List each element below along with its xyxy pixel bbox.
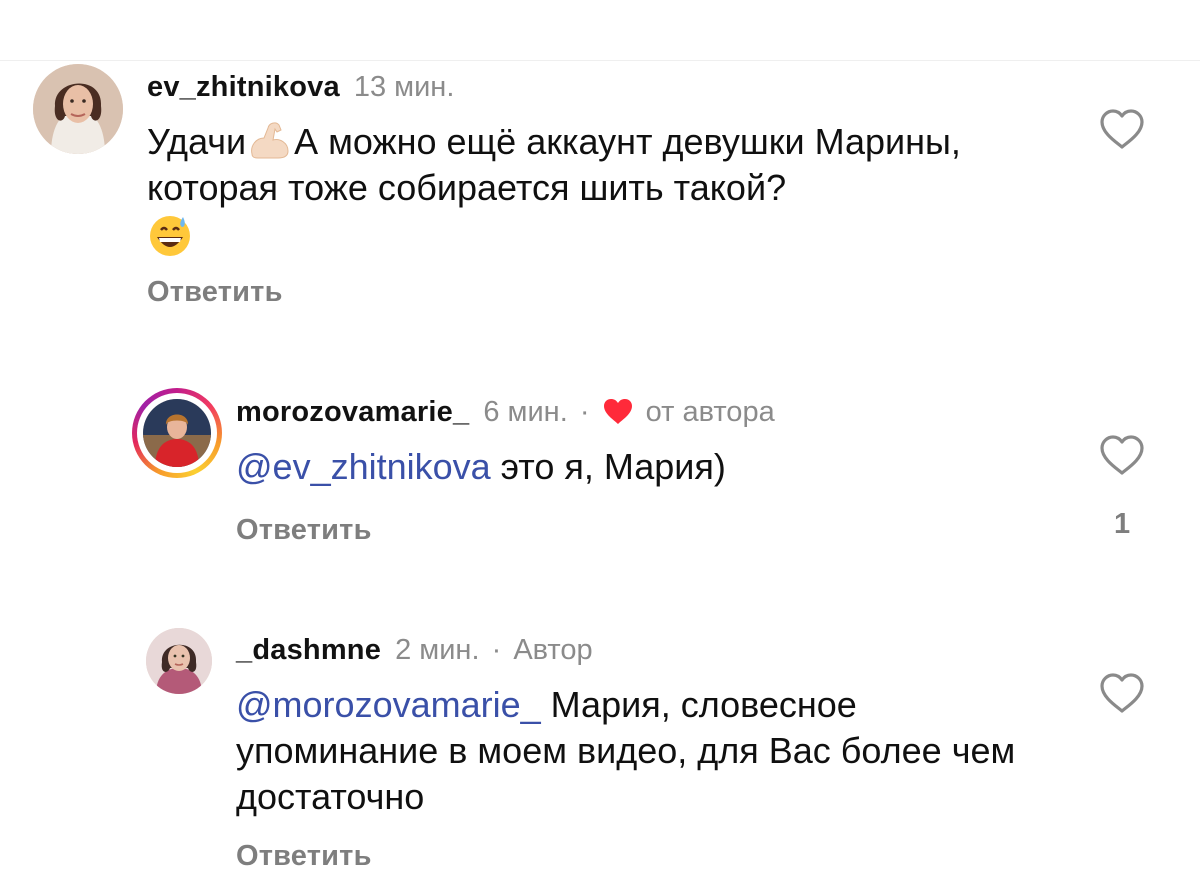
reply-button[interactable]: Ответить xyxy=(236,840,372,873)
top-divider xyxy=(0,60,1200,61)
comment-text: Удачи А можно ещё аккаунт девушки Марины… xyxy=(147,118,1047,259)
avatar xyxy=(143,399,211,467)
like-count: 1 xyxy=(1114,508,1131,540)
timestamp: 2 мин. xyxy=(395,634,480,666)
reply-button[interactable]: Ответить xyxy=(236,514,372,547)
like-heart-icon[interactable] xyxy=(1098,108,1146,150)
username[interactable]: morozovamarie_ xyxy=(236,396,469,428)
avatar-photo xyxy=(33,64,123,154)
comment-text-part: Удачи xyxy=(147,121,247,162)
separator: · xyxy=(579,396,590,428)
timestamp: 13 мин. xyxy=(353,71,455,103)
username[interactable]: ev_zhitnikova xyxy=(147,71,340,103)
reply-button[interactable]: Ответить xyxy=(147,276,283,309)
avatar-photo xyxy=(146,628,212,694)
separator: · xyxy=(491,634,502,666)
timestamp: 6 мин. xyxy=(483,396,568,428)
liked-by-author-label: от автора xyxy=(645,396,775,428)
story-ring[interactable] xyxy=(132,388,222,478)
comment-header: ev_zhitnikova 13 мин. xyxy=(147,69,454,105)
flexed-biceps-icon xyxy=(246,118,294,160)
mention-link[interactable]: @ev_zhitnikova xyxy=(236,446,491,487)
comment-header: morozovamarie_ 6 мин. · от автора xyxy=(236,394,775,430)
comment-text-part: это я, Мария) xyxy=(490,446,726,487)
username[interactable]: _dashmne xyxy=(236,634,381,666)
creator-liked-heart-icon xyxy=(602,397,634,425)
comment-text: @morozovamarie_ Мария, словесное упомина… xyxy=(236,682,1056,820)
comment-text: @ev_zhitnikova это я, Мария) xyxy=(236,444,1136,490)
author-badge: Автор xyxy=(513,634,593,666)
like-heart-icon[interactable] xyxy=(1098,434,1146,476)
avatar-photo xyxy=(143,399,211,467)
avatar[interactable] xyxy=(33,64,123,154)
avatar[interactable] xyxy=(146,628,212,694)
grinning-sweat-face-icon xyxy=(147,213,193,259)
mention-link[interactable]: @morozovamarie_ xyxy=(236,684,541,725)
like-heart-icon[interactable] xyxy=(1098,672,1146,714)
comment-header: _dashmne 2 мин. · Автор xyxy=(236,632,593,668)
